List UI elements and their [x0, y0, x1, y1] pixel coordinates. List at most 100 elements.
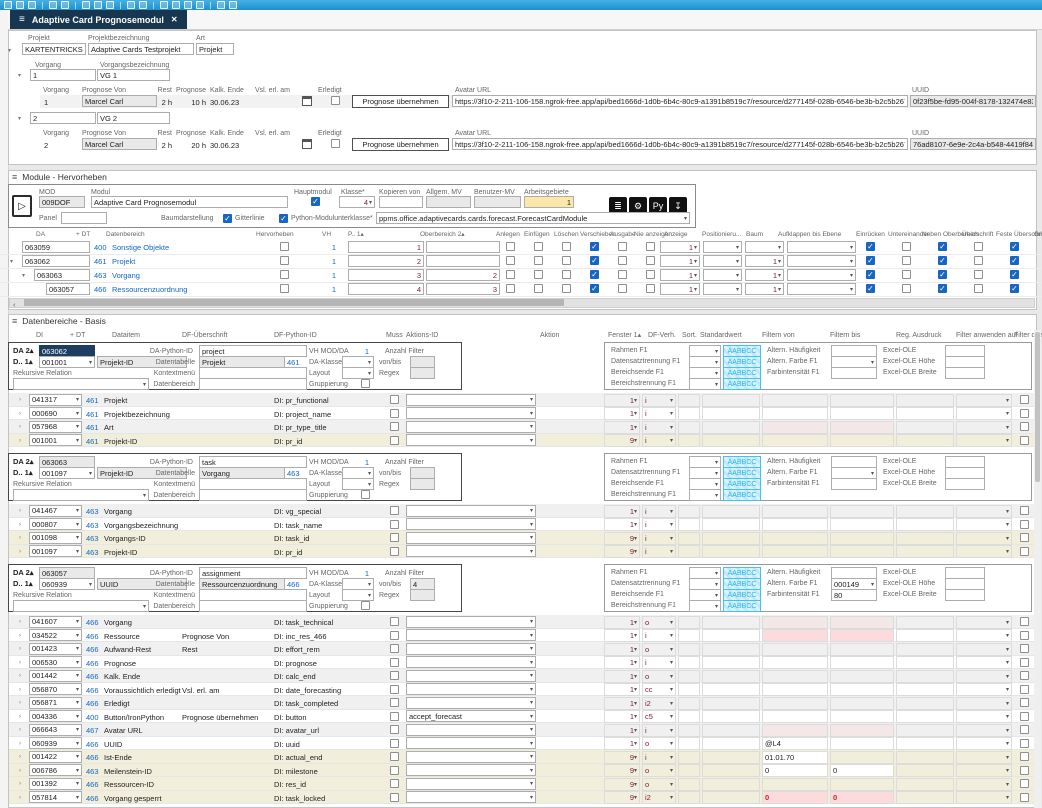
filter-deak-checkbox[interactable]: [1020, 685, 1029, 694]
fenster-select[interactable]: 9▾: [604, 778, 640, 791]
muss-checkbox[interactable]: [390, 436, 399, 445]
project-type-field[interactable]: Projekt: [196, 43, 234, 55]
filter-deak-checkbox[interactable]: [1020, 712, 1029, 721]
filter-deak-checkbox[interactable]: [1020, 644, 1029, 653]
baum-select[interactable]: 1▾: [745, 255, 784, 267]
toolbar-icon[interactable]: [16, 1, 24, 9]
da-field[interactable]: 063057: [46, 283, 90, 295]
di-select[interactable]: 001392▾: [29, 778, 82, 790]
filtern-bis-cell[interactable]: [830, 683, 894, 696]
muss-checkbox[interactable]: [390, 725, 399, 734]
verschieben-checkbox[interactable]: ✓: [590, 242, 599, 251]
filter-deak-checkbox[interactable]: [1020, 506, 1029, 515]
filter-deak-checkbox[interactable]: [1020, 617, 1029, 626]
filter-deak-checkbox[interactable]: [1020, 766, 1029, 775]
gitterlinie-checkbox[interactable]: ✓: [223, 214, 232, 223]
filtern-bis-cell[interactable]: [830, 505, 894, 518]
layout-select[interactable]: ▾: [342, 589, 374, 601]
df-verh-select[interactable]: i▾: [642, 505, 676, 518]
di-select[interactable]: 057968▾: [29, 421, 82, 433]
toolbar-icon[interactable]: [229, 1, 237, 9]
arbeitsgebiete-field[interactable]: 1: [524, 196, 574, 208]
tab-adaptive-card-prognosemodul[interactable]: ≡ Adaptive Card Prognosemodul ✕: [10, 10, 187, 29]
einruecken-checkbox[interactable]: ✓: [866, 256, 875, 265]
filter-deak-checkbox[interactable]: [1020, 520, 1029, 529]
filter-anwenden-select[interactable]: ▾: [956, 764, 1012, 777]
filter-deak-checkbox[interactable]: [1020, 395, 1029, 404]
expand-icon[interactable]: ›: [19, 507, 21, 515]
filtern-bis-cell[interactable]: [830, 710, 894, 723]
excel-ole-field[interactable]: [945, 478, 985, 490]
loeschen-checkbox[interactable]: [562, 284, 571, 293]
feste_ueberschrift-checkbox[interactable]: ✓: [1010, 242, 1019, 251]
filter-anwenden-select[interactable]: ▾: [956, 751, 1012, 764]
expand-icon[interactable]: ›: [19, 645, 21, 653]
task-name-field[interactable]: VG 1: [97, 69, 170, 81]
fenster-select[interactable]: 1▾: [604, 629, 640, 642]
uuid-field[interactable]: 0f23f5be-fd95-004f-8178-132474e8386e: [910, 95, 1036, 107]
filter-deak-checkbox[interactable]: [1020, 739, 1029, 748]
di-select[interactable]: 034522▾: [29, 629, 82, 641]
filtern-von-cell[interactable]: [762, 629, 828, 642]
di-select[interactable]: 057814▾: [29, 791, 82, 803]
filtern-von-cell[interactable]: [762, 697, 828, 710]
anzeige-select[interactable]: 1▾: [660, 241, 700, 253]
ausgabe-checkbox[interactable]: [618, 256, 627, 265]
einruecken-checkbox[interactable]: ✓: [866, 270, 875, 279]
fenster-select[interactable]: 1▾: [604, 656, 640, 669]
filtern-bis-cell[interactable]: [830, 407, 894, 420]
hervorheben-checkbox[interactable]: [280, 242, 289, 251]
kopieren-von-field[interactable]: [379, 196, 423, 208]
filtern-bis-cell[interactable]: 0: [830, 791, 894, 804]
df-verh-select[interactable]: i▾: [642, 545, 676, 558]
expand-icon[interactable]: ›: [19, 726, 21, 734]
aktions-id-select[interactable]: ▾: [406, 421, 536, 433]
anlegen-checkbox[interactable]: [506, 242, 515, 251]
ueberschrift-checkbox[interactable]: [974, 242, 983, 251]
expand-icon[interactable]: ›: [19, 686, 21, 694]
filter-anwenden-select[interactable]: ▾: [956, 670, 1012, 683]
filter-anwenden-select[interactable]: ▾: [956, 505, 1012, 518]
toolbar-icon[interactable]: [139, 1, 147, 9]
layout-select[interactable]: ▾: [342, 478, 374, 490]
filtern-bis-cell[interactable]: [830, 616, 894, 629]
filter-deak-checkbox[interactable]: [1020, 547, 1029, 556]
fenster-select[interactable]: 9▾: [604, 751, 640, 764]
muss-checkbox[interactable]: [390, 752, 399, 761]
filter-deak-checkbox[interactable]: [1020, 752, 1029, 761]
filtern-bis-cell[interactable]: [830, 545, 894, 558]
muss-checkbox[interactable]: [390, 793, 399, 802]
aktions-id-select[interactable]: ▾: [406, 394, 536, 406]
feste_ueberschrift-checkbox[interactable]: ✓: [1010, 256, 1019, 265]
ueberschrift-checkbox[interactable]: [974, 270, 983, 279]
expand-icon[interactable]: ›: [19, 699, 21, 707]
filtern-von-cell[interactable]: [762, 710, 828, 723]
toolbar-icon[interactable]: [49, 1, 57, 9]
filtern-von-cell[interactable]: [762, 683, 828, 696]
toolbar-icon[interactable]: [127, 1, 135, 9]
ueberschrift-checkbox[interactable]: [974, 256, 983, 265]
expand-icon[interactable]: ›: [19, 767, 21, 775]
hervorheben-checkbox[interactable]: [280, 256, 289, 265]
filter-anwenden-select[interactable]: ▾: [956, 532, 1012, 545]
filtern-bis-cell[interactable]: [830, 643, 894, 656]
expand-icon[interactable]: ▾: [18, 72, 21, 80]
di-select[interactable]: 041607▾: [29, 616, 82, 628]
df-verh-select[interactable]: i2▾: [642, 791, 676, 804]
einfuegen-checkbox[interactable]: [534, 256, 543, 265]
anlegen-checkbox[interactable]: [506, 256, 515, 265]
expand-icon[interactable]: ›: [19, 740, 21, 748]
scrollbar-thumb[interactable]: [1035, 332, 1040, 482]
expand-icon[interactable]: ›: [19, 713, 21, 721]
einfuegen-checkbox[interactable]: [534, 242, 543, 251]
vertical-scrollbar[interactable]: [1034, 330, 1041, 808]
filter-anwenden-select[interactable]: ▾: [956, 683, 1012, 696]
fenster-select[interactable]: 1▾: [604, 683, 640, 696]
aufklappen-select[interactable]: ▾: [787, 269, 856, 281]
expand-icon[interactable]: ›: [19, 423, 21, 431]
aktions-id-select[interactable]: ▾: [406, 545, 536, 557]
filter-anwenden-select[interactable]: ▾: [956, 629, 1012, 642]
fenster-select[interactable]: 1▾: [604, 407, 640, 420]
fenster-select[interactable]: 1▾: [604, 737, 640, 750]
df-verh-select[interactable]: i▾: [642, 394, 676, 407]
